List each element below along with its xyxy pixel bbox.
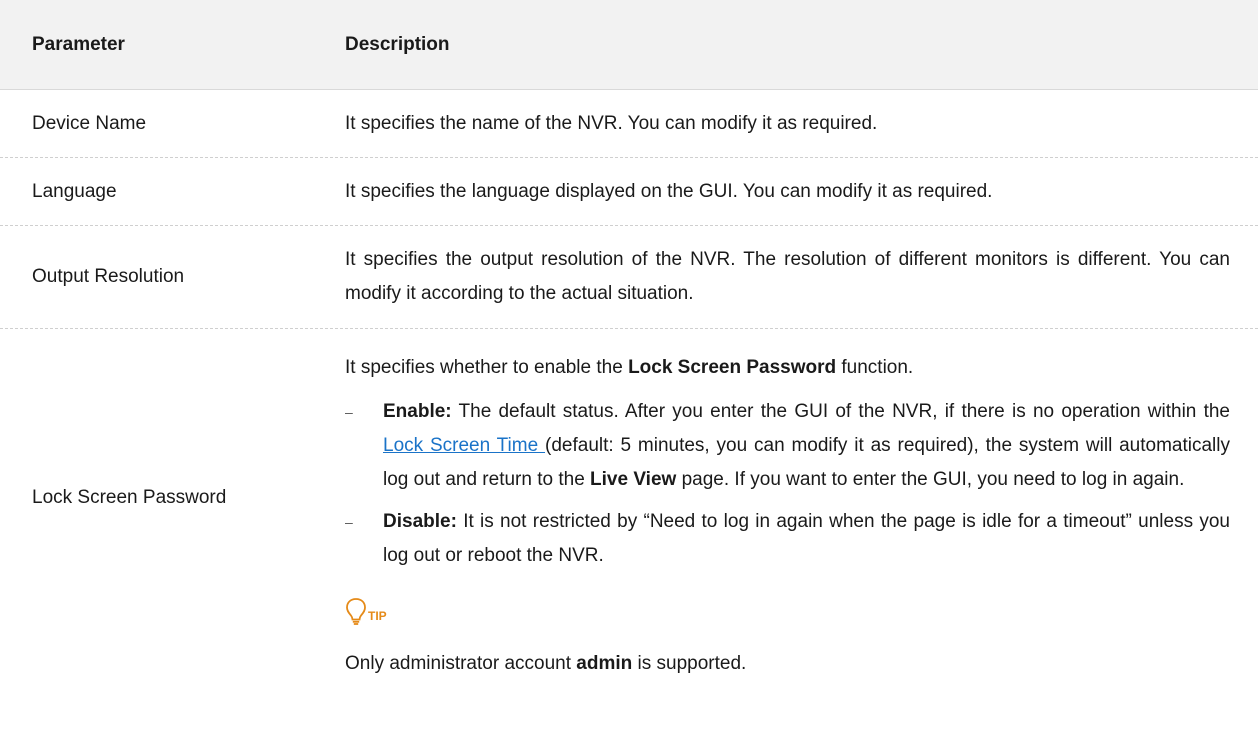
table-header: Parameter Description — [0, 0, 1258, 90]
enable-description: Enable: The default status. After you en… — [383, 395, 1230, 497]
table-row: Lock Screen Password It specifies whethe… — [0, 329, 1258, 674]
lock-intro-bold: Lock Screen Password — [628, 357, 837, 378]
tip-note: Only administrator account admin is supp… — [345, 647, 1230, 681]
disable-label: Disable: — [383, 511, 457, 532]
lock-intro-suffix: function. — [836, 357, 914, 378]
enable-text-3: page. If you want to enter the GUI, you … — [676, 469, 1185, 490]
row-parameter: Lock Screen Password — [32, 487, 227, 508]
row-parameter: Language — [32, 180, 117, 202]
lock-screen-time-link[interactable]: Lock Screen Time — [383, 435, 545, 456]
table-row: Device Name It specifies the name of the… — [0, 90, 1258, 158]
disable-text: It is not restricted by “Need to log in … — [383, 511, 1230, 566]
dash-marker: – — [345, 404, 353, 420]
parameter-table: Parameter Description Device Name It spe… — [0, 0, 1258, 674]
tip-label: TIP — [368, 609, 387, 623]
table-row: Output Resolution It specifies the outpu… — [0, 226, 1258, 329]
row-parameter: Device Name — [32, 112, 147, 134]
disable-description: Disable: It is not restricted by “Need t… — [383, 505, 1230, 573]
header-parameter: Parameter — [32, 33, 125, 55]
tip-note-bold: admin — [576, 653, 633, 674]
row-description: It specifies whether to enable the Lock … — [345, 329, 1258, 681]
tip-note-suffix: is supported. — [632, 653, 747, 674]
list-item: – Enable: The default status. After you … — [345, 395, 1230, 497]
row-parameter: Output Resolution — [32, 266, 185, 287]
row-description: It specifies the output resolution of th… — [345, 249, 1230, 304]
enable-text: The default status. After you enter the … — [451, 401, 1230, 422]
enable-label: Enable: — [383, 401, 452, 422]
lock-intro: It specifies whether to enable the Lock … — [345, 351, 1230, 385]
lock-intro-text: It specifies whether to enable the — [345, 357, 629, 378]
row-description: It specifies the name of the NVR. You ca… — [345, 112, 878, 134]
dash-marker: – — [345, 514, 353, 530]
list-item: – Disable: It is not restricted by “Need… — [345, 505, 1230, 573]
table-row: Language It specifies the language displ… — [0, 158, 1258, 226]
lightbulb-icon — [345, 597, 367, 625]
header-description: Description — [345, 33, 450, 55]
tip-block: TIP — [345, 585, 1230, 625]
live-view-bold: Live View — [590, 469, 677, 490]
tip-note-text: Only administrator account — [345, 653, 577, 674]
row-description: It specifies the language displayed on t… — [345, 180, 993, 202]
